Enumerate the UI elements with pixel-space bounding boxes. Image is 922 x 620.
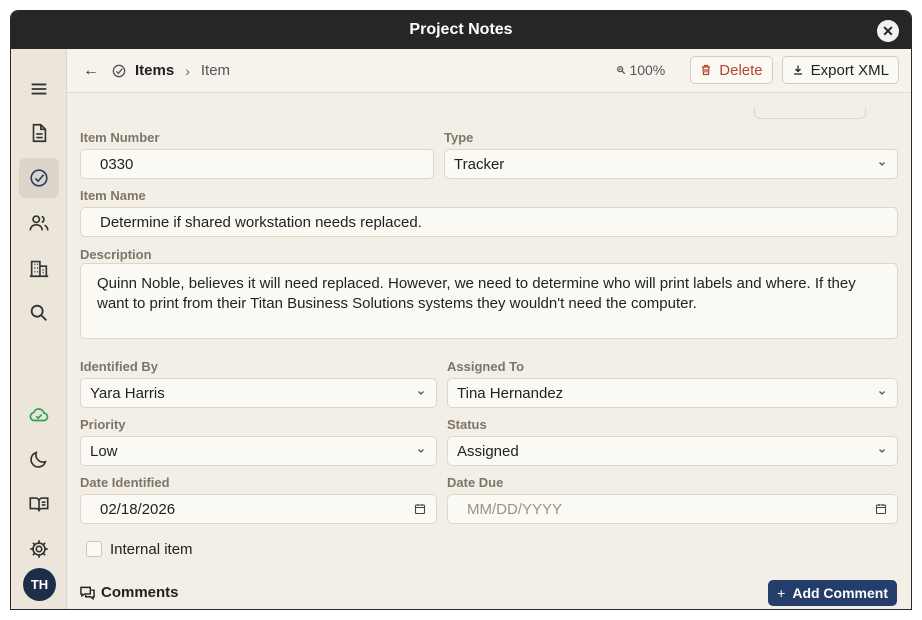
chevron-down-icon	[879, 391, 885, 395]
settings-button[interactable]	[19, 529, 59, 569]
title-bar: Project Notes ✕	[11, 11, 911, 49]
assigned-to-label: Assigned To	[447, 359, 525, 374]
comments-title: Comments	[101, 584, 179, 601]
chevron-down-icon	[418, 391, 424, 395]
sidebar-item-items[interactable]	[19, 158, 59, 198]
item-name-input[interactable]: Determine if shared workstation needs re…	[80, 207, 898, 237]
date-identified-input[interactable]: 02/18/2026	[80, 494, 437, 524]
internal-item-checkbox[interactable]	[86, 541, 102, 557]
trash-icon	[702, 64, 711, 76]
date-due-input[interactable]: MM/DD/YYYY	[447, 494, 898, 524]
status-value: Assigned	[457, 442, 519, 460]
toolbar: ← Items › Item 100% Delete Export XML	[67, 49, 911, 93]
date-due-placeholder: MM/DD/YYYY	[467, 500, 563, 518]
sidebar-item-documents[interactable]	[19, 113, 59, 153]
menu-button[interactable]	[19, 69, 59, 109]
back-button[interactable]: ←	[83, 62, 99, 80]
sidebar-item-companies[interactable]	[19, 248, 59, 288]
zoom-level: 100%	[629, 62, 666, 78]
user-avatar[interactable]: TH	[23, 568, 56, 601]
document-icon	[32, 123, 47, 143]
internal-item-label: Internal item	[110, 541, 193, 558]
date-identified-label: Date Identified	[80, 475, 170, 490]
comments-heading: Comments	[80, 584, 179, 601]
delete-label: Delete	[719, 61, 763, 79]
zoom-indicator[interactable]: 100%	[616, 62, 665, 78]
priority-value: Low	[90, 442, 118, 460]
type-label: Type	[444, 130, 474, 145]
date-due-label: Date Due	[447, 475, 504, 490]
description-textarea[interactable]: Quinn Noble, believes it will need repla…	[80, 263, 898, 339]
identified-by-value: Yara Harris	[90, 384, 165, 402]
identified-by-select[interactable]: Yara Harris	[80, 378, 437, 408]
chevron-down-icon	[418, 449, 424, 453]
toolbar-actions: 100% Delete Export XML	[616, 56, 899, 84]
priority-select[interactable]: Low	[80, 436, 437, 466]
item-number-value: 0330	[100, 155, 134, 173]
zoom-icon	[617, 66, 626, 75]
status-select[interactable]: Assigned	[447, 436, 898, 466]
close-icon: ✕	[882, 22, 894, 39]
building-icon	[29, 260, 49, 278]
people-icon	[29, 215, 49, 231]
breadcrumb-current: Item	[200, 62, 231, 79]
assigned-to-select[interactable]: Tina Hernandez	[447, 378, 898, 408]
book-icon	[29, 497, 49, 512]
close-button[interactable]: ✕	[877, 20, 899, 42]
assigned-to-value: Tina Hernandez	[457, 384, 564, 402]
menu-icon	[31, 83, 47, 95]
comments-icon	[80, 586, 95, 600]
type-value: Tracker	[454, 155, 505, 173]
export-xml-button[interactable]: Export XML	[781, 56, 899, 84]
window-title: Project Notes	[409, 21, 513, 38]
item-name-value: Determine if shared workstation needs re…	[100, 213, 422, 231]
calendar-icon[interactable]	[875, 503, 887, 515]
search-icon	[30, 304, 47, 321]
delete-button[interactable]: Delete	[690, 56, 773, 84]
sidebar: TH	[11, 49, 67, 609]
type-select[interactable]: Tracker	[444, 149, 898, 179]
scroll-remnant	[754, 107, 866, 119]
status-label: Status	[447, 417, 487, 432]
check-circle-icon	[30, 169, 48, 187]
help-docs-button[interactable]	[19, 484, 59, 524]
add-comment-button[interactable]: + Add Comment	[768, 580, 897, 606]
breadcrumb-separator: ›	[185, 62, 190, 79]
plus-icon: +	[777, 585, 786, 601]
sync-status-button[interactable]	[19, 395, 59, 435]
theme-toggle-button[interactable]	[19, 439, 59, 479]
breadcrumb-items-link[interactable]: Items	[135, 62, 174, 79]
sidebar-item-search[interactable]	[19, 293, 59, 333]
gear-icon	[30, 540, 48, 558]
date-identified-value: 02/18/2026	[100, 500, 176, 518]
download-icon	[793, 65, 802, 75]
item-number-input[interactable]: 0330	[80, 149, 434, 179]
avatar-initials: TH	[30, 577, 49, 592]
item-name-label: Item Name	[80, 188, 146, 203]
sidebar-item-people[interactable]	[19, 203, 59, 243]
chevron-down-icon	[879, 162, 885, 166]
priority-label: Priority	[80, 417, 126, 432]
check-circle-icon	[112, 64, 126, 77]
add-comment-label: Add Comment	[792, 585, 888, 601]
moon-icon	[30, 451, 47, 468]
description-label: Description	[80, 247, 152, 262]
app-window: Project Notes ✕ TH ← Items › Item 100% D…	[10, 10, 912, 610]
item-form: Item Number 0330 Type Tracker Item Name …	[67, 93, 911, 609]
identified-by-label: Identified By	[80, 359, 159, 374]
cloud-check-icon	[29, 408, 49, 422]
export-label: Export XML	[810, 61, 889, 79]
chevron-down-icon	[879, 449, 885, 453]
item-number-label: Item Number	[80, 130, 160, 145]
calendar-icon[interactable]	[414, 503, 426, 515]
